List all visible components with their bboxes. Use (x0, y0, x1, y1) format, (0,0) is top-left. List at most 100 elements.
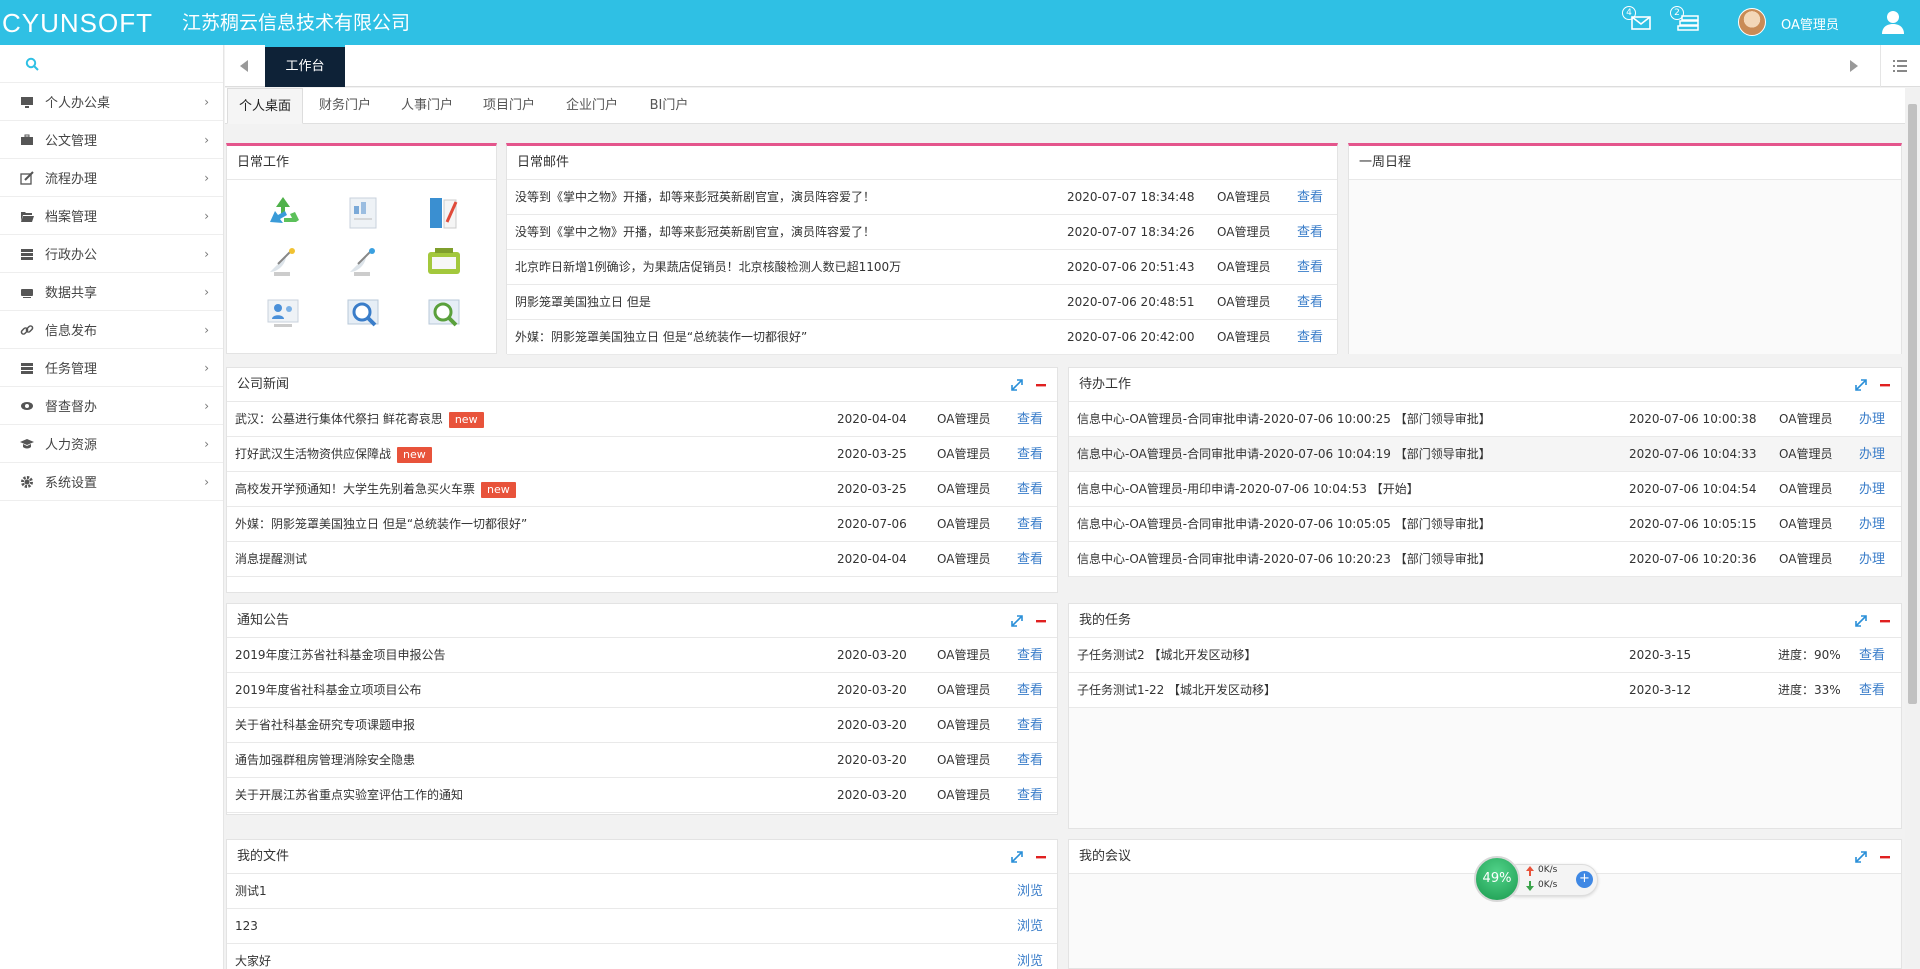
list-item[interactable]: 阴影笼罩美国独立日 但是 2020-07-06 20:48:51 OA管理员 查看 (507, 285, 1337, 320)
username[interactable]: OA管理员 (1781, 14, 1839, 33)
notebook-pen-icon[interactable] (423, 192, 465, 234)
handle-link[interactable]: 办理 (1859, 472, 1885, 507)
minimize-icon[interactable] (1035, 615, 1047, 627)
handle-link[interactable]: 办理 (1859, 437, 1885, 472)
handle-link[interactable]: 办理 (1859, 542, 1885, 577)
news-title-wrap[interactable]: 打好武汉生活物资供应保障战 new (235, 437, 432, 472)
search-icon[interactable] (25, 57, 39, 71)
memory-usage-ball[interactable]: 49% (1474, 856, 1520, 902)
view-link[interactable]: 查看 (1297, 180, 1323, 215)
subtab-finance[interactable]: 财务门户 (309, 88, 381, 124)
expand-icon[interactable] (1855, 615, 1867, 627)
list-item[interactable]: 没等到《掌中之物》开播，却等来彭冠英新剧官宣，演员阵容爱了！ 2020-07-07… (507, 215, 1337, 250)
list-item[interactable]: 消息提醒测试 2020-04-04 OA管理员 查看 (227, 542, 1057, 577)
notice-title[interactable]: 2019年度省社科基金立项项目公布 (235, 673, 422, 708)
view-link[interactable]: 查看 (1017, 708, 1043, 743)
browse-link[interactable]: 浏览 (1017, 909, 1043, 944)
list-item[interactable]: 子任务测试2 【城北开发区动移】 2020-3-15 进度：90% 查看 (1069, 638, 1901, 673)
user-icon[interactable] (1880, 9, 1906, 35)
news-title[interactable]: 消息提醒测试 (235, 542, 307, 577)
mail-title[interactable]: 没等到《掌中之物》开播，却等来彭冠英新剧官宣，演员阵容爱了！ (515, 215, 875, 250)
mail-title[interactable]: 没等到《掌中之物》开播，却等来彭冠英新剧官宣，演员阵容爱了！ (515, 180, 875, 215)
document-chart-icon[interactable] (342, 192, 384, 234)
list-item[interactable]: 北京昨日新增1例确诊，为果蔬店促销员！北京核酸检测人数已超1100万 2020-0… (507, 250, 1337, 285)
expand-icon[interactable] (1855, 379, 1867, 391)
satellite-dish-icon[interactable] (262, 242, 304, 284)
news-title[interactable]: 打好武汉生活物资供应保障战 (235, 447, 391, 461)
expand-icon[interactable] (1855, 851, 1867, 863)
list-item[interactable]: 外媒：阴影笼罩美国独立日 但是“总统装作一切都很好” 2020-07-06 OA管理… (227, 507, 1057, 542)
card-reader-icon[interactable] (423, 242, 465, 284)
sidebar-item-task-management[interactable]: 任务管理 › (0, 349, 223, 387)
view-link[interactable]: 查看 (1017, 542, 1043, 577)
news-title[interactable]: 高校发开学预通知！大学生先别着急买火车票 (235, 482, 475, 496)
expand-icon[interactable] (1011, 379, 1023, 391)
notice-title[interactable]: 关于省社科基金研究专项课题申报 (235, 708, 415, 743)
browse-link[interactable]: 浏览 (1017, 944, 1043, 969)
list-item[interactable]: 测试1 浏览 (227, 874, 1057, 909)
search-chart-icon[interactable] (342, 292, 384, 334)
minimize-icon[interactable] (1879, 851, 1891, 863)
list-item[interactable]: 关于开展江苏省重点实验室评估工作的通知 2020-03-20 OA管理员 查看 (227, 778, 1057, 813)
view-link[interactable]: 查看 (1017, 673, 1043, 708)
list-item[interactable]: 信息中心-OA管理员-合同审批申请-2020-07-06 10:20:23 【部… (1069, 542, 1901, 577)
browse-link[interactable]: 浏览 (1017, 874, 1043, 909)
list-item[interactable]: 信息中心-OA管理员-合同审批申请-2020-07-06 10:05:05 【部… (1069, 507, 1901, 542)
plus-button[interactable]: + (1576, 871, 1593, 888)
expand-icon[interactable] (1011, 615, 1023, 627)
news-title-wrap[interactable]: 武汉：公墓进行集体代祭扫 鲜花寄哀思 new (235, 402, 484, 437)
list-item[interactable]: 信息中心-OA管理员-用印申请-2020-07-06 10:04:53 【开始】… (1069, 472, 1901, 507)
mail-button[interactable]: 4 (1622, 6, 1652, 32)
list-item[interactable]: 大家好 浏览 (227, 944, 1057, 969)
view-link[interactable]: 查看 (1017, 743, 1043, 778)
subtab-personal-desktop[interactable]: 个人桌面 (227, 88, 303, 124)
sidebar-item-human-resources[interactable]: 人力资源 › (0, 425, 223, 463)
users-icon[interactable] (262, 292, 304, 334)
list-item[interactable]: 打好武汉生活物资供应保障战 new 2020-03-25 OA管理员 查看 (227, 437, 1057, 472)
satellite-dish-blue-icon[interactable] (342, 242, 384, 284)
subtab-personnel[interactable]: 人事门户 (391, 88, 463, 124)
tab-scroll-right[interactable] (1835, 45, 1873, 87)
recycle-icon[interactable] (262, 192, 304, 234)
sidebar-item-info-publish[interactable]: 信息发布 › (0, 311, 223, 349)
file-name[interactable]: 测试1 (235, 874, 267, 909)
todo-title[interactable]: 信息中心-OA管理员-合同审批申请-2020-07-06 10:00:25 【部… (1077, 402, 1491, 437)
subtab-bi[interactable]: BI门户 (638, 88, 700, 124)
view-link[interactable]: 查看 (1017, 507, 1043, 542)
sidebar-item-workflow[interactable]: 流程办理 › (0, 159, 223, 197)
message-button[interactable]: 2 (1670, 6, 1700, 32)
expand-icon[interactable] (1011, 851, 1023, 863)
tab-workbench[interactable]: 工作台 (265, 45, 345, 87)
notice-title[interactable]: 关于开展江苏省重点实验室评估工作的通知 (235, 778, 463, 813)
list-item[interactable]: 信息中心-OA管理员-合同审批申请-2020-07-06 10:04:19 【部… (1069, 437, 1901, 472)
mail-title[interactable]: 北京昨日新增1例确诊，为果蔬店促销员！北京核酸检测人数已超1100万 (515, 250, 901, 285)
tab-scroll-left[interactable] (225, 45, 263, 87)
subtab-enterprise[interactable]: 企业门户 (556, 88, 628, 124)
sidebar-item-system-settings[interactable]: 系统设置 › (0, 463, 223, 501)
list-item[interactable]: 123 浏览 (227, 909, 1057, 944)
view-link[interactable]: 查看 (1297, 285, 1323, 320)
list-item[interactable]: 没等到《掌中之物》开播，却等来彭冠英新剧官宣，演员阵容爱了！ 2020-07-07… (507, 180, 1337, 215)
sidebar-search[interactable] (0, 45, 223, 83)
handle-link[interactable]: 办理 (1859, 507, 1885, 542)
notice-title[interactable]: 通告加强群租房管理消除安全隐患 (235, 743, 415, 778)
minimize-icon[interactable] (1879, 615, 1891, 627)
list-item[interactable]: 信息中心-OA管理员-合同审批申请-2020-07-06 10:00:25 【部… (1069, 402, 1901, 437)
minimize-icon[interactable] (1879, 379, 1891, 391)
page-scrollbar[interactable] (1905, 88, 1920, 969)
list-item[interactable]: 高校发开学预通知！大学生先别着急买火车票 new 2020-03-25 OA管理员 查看 (227, 472, 1057, 507)
view-link[interactable]: 查看 (1297, 250, 1323, 285)
file-name[interactable]: 大家好 (235, 944, 271, 969)
list-item[interactable]: 外媒：阴影笼罩美国独立日 但是“总统装作一切都很好” 2020-07-06 20:… (507, 320, 1337, 355)
task-title[interactable]: 子任务测试1-22 【城北开发区动移】 (1077, 673, 1276, 708)
minimize-icon[interactable] (1035, 379, 1047, 391)
sidebar-item-archive[interactable]: 档案管理 › (0, 197, 223, 235)
view-link[interactable]: 查看 (1017, 778, 1043, 813)
todo-title[interactable]: 信息中心-OA管理员-用印申请-2020-07-06 10:04:53 【开始】 (1077, 472, 1419, 507)
view-link[interactable]: 查看 (1859, 638, 1885, 673)
scrollbar-thumb[interactable] (1908, 104, 1917, 704)
list-item[interactable]: 2019年度省社科基金立项项目公布 2020-03-20 OA管理员 查看 (227, 673, 1057, 708)
file-name[interactable]: 123 (235, 909, 258, 944)
list-item[interactable]: 武汉：公墓进行集体代祭扫 鲜花寄哀思 new 2020-04-04 OA管理员 查看 (227, 402, 1057, 437)
view-link[interactable]: 查看 (1017, 472, 1043, 507)
